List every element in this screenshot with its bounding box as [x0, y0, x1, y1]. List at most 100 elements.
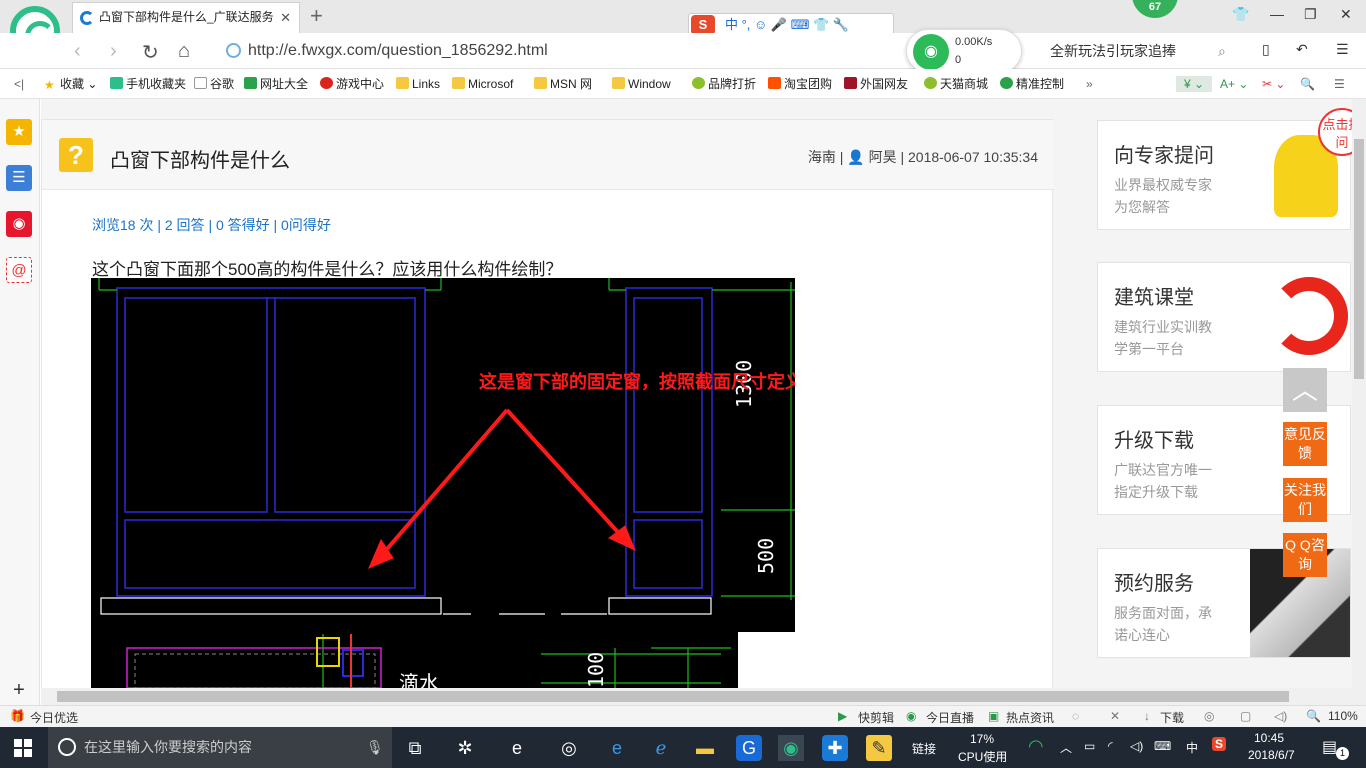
feedback-button[interactable]: 意见反馈 — [1283, 422, 1327, 466]
taskbar-search[interactable]: 在这里输入你要搜索的内容 🎙 — [48, 727, 392, 768]
add-sidebar-icon[interactable]: + — [6, 677, 32, 703]
search-icon[interactable]: ⌕ — [1218, 39, 1226, 63]
url-input[interactable]: http://e.fwxgx.com/question_1856292.html — [222, 39, 902, 63]
network-tray-icon[interactable]: ◠ — [1028, 736, 1044, 757]
wifi-tray-icon[interactable]: ◜ — [1108, 739, 1113, 753]
clock-date[interactable]: 2018/6/7 — [1248, 748, 1295, 762]
favorites-icon[interactable]: ★ — [6, 119, 32, 145]
yen-icon[interactable]: ¥ ⌄ — [1176, 76, 1212, 92]
bookmark-item[interactable]: 天猫商城 — [924, 76, 988, 92]
bookmark-folder[interactable]: Window — [612, 76, 671, 92]
toolbar-more-icon[interactable]: ☰ — [1334, 76, 1345, 92]
bookmark-item[interactable]: 淘宝团购 — [768, 76, 832, 92]
zoom-icon[interactable]: 🔍 — [1306, 709, 1321, 723]
menu-icon[interactable]: ☰ — [1336, 41, 1349, 58]
more-bookmarks-icon[interactable]: » — [1086, 76, 1093, 92]
ime-indicator[interactable]: 中 — [1186, 739, 1198, 756]
back-to-top-button[interactable]: ︿ — [1283, 368, 1327, 412]
bookmark-item[interactable]: 品牌打折 — [692, 76, 756, 92]
ad-ask-expert[interactable]: 向专家提问 业界最权威专家 为您解答 — [1097, 120, 1351, 230]
edge-icon[interactable]: e — [604, 735, 630, 761]
bookmark-item[interactable]: 外国网友 — [844, 76, 908, 92]
scroll-thumb[interactable] — [1354, 139, 1364, 379]
g-app-icon[interactable]: G — [736, 735, 762, 761]
site-favicon-icon — [80, 11, 94, 25]
close-tab-icon[interactable]: ✕ — [280, 3, 291, 32]
question-stats[interactable]: 浏览18 次 | 2 回答 | 0 答得好 | 0问得好 — [92, 215, 331, 235]
file-explorer-icon[interactable]: ▬ — [692, 735, 718, 761]
network-widget[interactable]: ◉ 0.00K/s 0 — [906, 29, 1022, 73]
back-icon[interactable]: ‹ — [74, 40, 81, 63]
tools-icon[interactable]: ✕ — [1110, 709, 1120, 723]
refresh-icon[interactable]: ↻ — [142, 40, 159, 65]
download-link[interactable]: 下载 — [1160, 709, 1184, 726]
spiral-app-icon[interactable]: ◎ — [556, 735, 582, 761]
mobile-icon[interactable]: ▯ — [1262, 41, 1270, 58]
bookmark-folder[interactable]: Links — [396, 76, 440, 92]
tray-expand-icon[interactable]: ︿ — [1060, 739, 1072, 756]
status-bar: 🎁 今日优选 ▶ 快剪辑 ◉ 今日直播 ▣ 热点资讯 ◌ ✕ ↓ 下载 ◎ ▢ … — [0, 705, 1366, 727]
bookmark-item[interactable]: 手机收藏夹 — [110, 76, 186, 92]
speed-icon[interactable]: ◌ — [1072, 709, 1079, 723]
translate-icon[interactable]: A+ ⌄ — [1220, 76, 1248, 92]
notification-badge[interactable]: 67 — [1132, 0, 1178, 18]
horizontal-scrollbar[interactable] — [41, 688, 1352, 705]
sidebar-toggle-icon[interactable]: <| — [14, 76, 24, 92]
news-icon[interactable]: ☰ — [6, 165, 32, 191]
battery-icon[interactable]: ▭ — [1084, 739, 1095, 753]
sogou-tray-icon[interactable]: S — [1212, 737, 1227, 751]
scroll-thumb[interactable] — [57, 691, 1289, 702]
link-label[interactable]: 链接 — [912, 740, 936, 757]
plus-app-icon[interactable]: ✚ — [822, 735, 848, 761]
search-input[interactable]: 全新玩法引玩家追捧 ⌕ — [1050, 39, 1240, 63]
windows-start-icon[interactable] — [14, 739, 32, 757]
vertical-scrollbar[interactable] — [1352, 99, 1366, 705]
shirt-skin-icon[interactable]: 👕 — [1232, 6, 1249, 23]
live-icon: ◉ — [906, 709, 917, 723]
undo-icon[interactable]: ↶ — [1296, 41, 1308, 58]
ad-subtitle: 服务面对面，承 — [1114, 605, 1212, 621]
bookmark-item[interactable]: 精准控制 — [1000, 76, 1064, 92]
task-view-icon[interactable]: ⧉ — [402, 735, 428, 761]
forward-icon[interactable]: › — [110, 40, 117, 63]
bookmark-folder[interactable]: Microsof — [452, 76, 513, 92]
notes-app-icon[interactable]: ✎ — [866, 735, 892, 761]
status-item[interactable]: 快剪辑 — [858, 709, 894, 726]
home-icon[interactable]: ⌂ — [178, 40, 190, 63]
status-item[interactable]: 热点资讯 — [1006, 709, 1054, 726]
daily-picks-link[interactable]: 今日优选 — [30, 709, 78, 726]
bookmark-item[interactable]: 网址大全 — [244, 76, 308, 92]
ad-building-class[interactable]: 建筑课堂 建筑行业实训教 学第一平台 — [1097, 262, 1351, 372]
sound-icon[interactable]: ◁) — [1274, 709, 1287, 723]
fan-app-icon[interactable]: ✲ — [452, 735, 478, 761]
zoom-level[interactable]: 110% — [1328, 709, 1358, 723]
bookmark-item[interactable]: 谷歌 — [194, 76, 234, 92]
weibo-icon[interactable]: ◉ — [6, 211, 32, 237]
browser-e-icon[interactable]: e — [504, 735, 530, 761]
browser-tab[interactable]: 凸窗下部构件是什么_广联达服务 ✕ — [72, 2, 300, 33]
keyboard-icon[interactable]: ⌨ — [1154, 739, 1171, 753]
window-icon[interactable]: ▢ — [1240, 709, 1251, 723]
new-tab-button[interactable]: + — [310, 3, 323, 29]
ie-icon[interactable]: ℯ — [648, 735, 674, 761]
ad-title: 升级下载 — [1114, 430, 1194, 452]
magnifier-icon[interactable]: 🔍 — [1300, 76, 1315, 92]
email-icon[interactable]: @ — [6, 257, 32, 283]
volume-icon[interactable]: ◁) — [1130, 739, 1143, 753]
scissors-icon[interactable]: ✂ ⌄ — [1262, 76, 1285, 92]
bookmark-folder[interactable]: MSN 网 — [534, 76, 592, 92]
bookmarks-bar: <| ★ 收藏 ⌄ 手机收藏夹 谷歌 网址大全 游戏中心 Links Micros… — [0, 69, 1366, 99]
microphone-icon[interactable]: 🎙 — [366, 727, 384, 768]
close-window-icon[interactable]: ✕ — [1340, 6, 1352, 23]
notification-center-icon[interactable]: ▤ — [1322, 737, 1337, 757]
bookmark-item[interactable]: ★ 收藏 ⌄ — [44, 76, 97, 92]
status-item[interactable]: 今日直播 — [926, 709, 974, 726]
active-browser-icon[interactable]: ◉ — [778, 735, 804, 761]
minimize-icon[interactable]: — — [1270, 6, 1284, 22]
refresh-icon[interactable]: ◎ — [1204, 709, 1214, 723]
clock-time[interactable]: 10:45 — [1254, 731, 1284, 745]
restore-icon[interactable]: ❐ — [1304, 6, 1317, 23]
qq-consult-button[interactable]: Q Q咨询 — [1283, 533, 1327, 577]
bookmark-item[interactable]: 游戏中心 — [320, 76, 384, 92]
follow-button[interactable]: 关注我们 — [1283, 478, 1327, 522]
